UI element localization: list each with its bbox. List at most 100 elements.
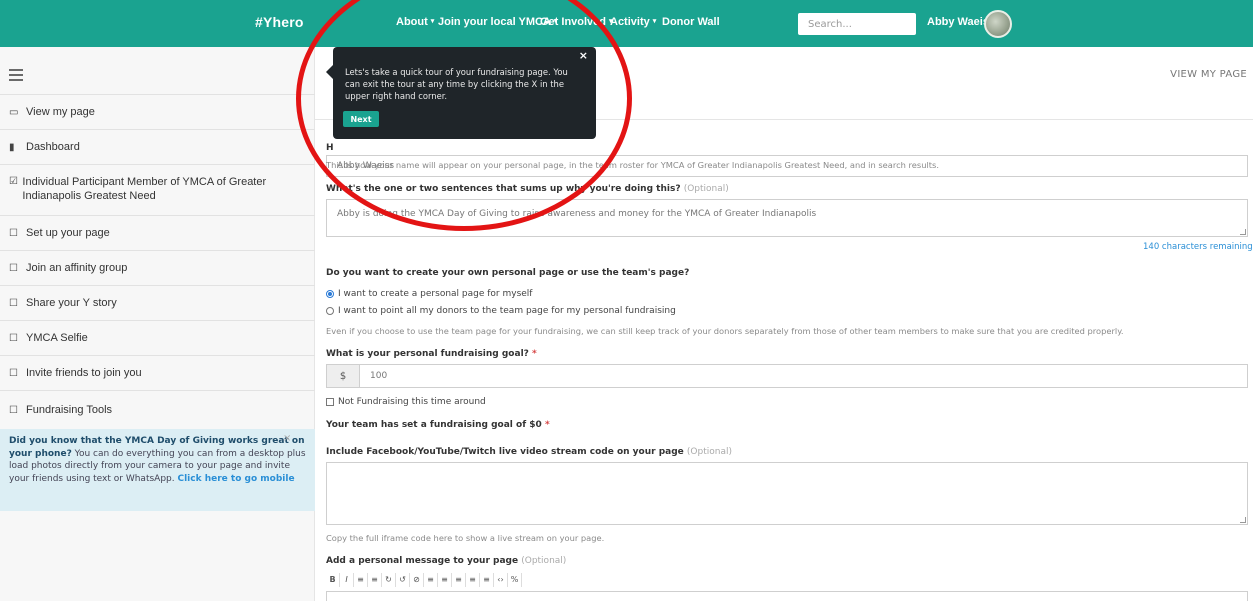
close-icon[interactable]: × <box>579 50 588 62</box>
sidebar-item-affinity-group[interactable]: ☐ Join an affinity group <box>0 250 315 285</box>
align-left-icon[interactable]: ≡ <box>424 573 438 587</box>
name-help-text: This is how your name will appear on you… <box>326 160 939 170</box>
team-goal-text: Your team has set a fundraising goal of … <box>326 420 550 430</box>
resize-handle[interactable] <box>1240 517 1246 523</box>
brand-logo[interactable]: #Yhero <box>255 14 304 30</box>
undo-icon[interactable]: ↺ <box>396 573 410 587</box>
sidebar-item-label: YMCA Selfie <box>26 332 88 344</box>
sidebar-item-label: Set up your page <box>26 227 110 239</box>
stream-label: Include Facebook/YouTube/Twitch live vid… <box>326 447 732 457</box>
optional-tag: (Optional) <box>686 447 732 457</box>
bullet-list-icon[interactable]: ≡ <box>354 573 368 587</box>
view-my-page-link[interactable]: VIEW MY PAGE <box>1170 69 1247 80</box>
checkbox[interactable] <box>326 398 334 406</box>
justify-icon[interactable]: ≡ <box>466 573 480 587</box>
sidebar-item-share-story[interactable]: ☐ Share your Y story <box>0 285 315 320</box>
chevron-down-icon: ▾ <box>652 18 657 25</box>
name-help: This is how your name will appear on you… <box>326 160 939 170</box>
not-fundraising-label: Not Fundraising this time around <box>338 397 486 407</box>
align-right-icon[interactable]: ≡ <box>452 573 466 587</box>
nav-join-ymca-label: Join your local YMCA <box>438 16 551 28</box>
monitor-icon: ▭ <box>9 106 19 118</box>
stream-code-textarea[interactable] <box>326 462 1248 525</box>
search-input[interactable] <box>798 13 916 35</box>
radio-own-page[interactable]: I want to create a personal page for mys… <box>326 289 532 299</box>
currency-addon: $ <box>326 364 359 388</box>
sidebar-item-label: View my page <box>26 106 95 118</box>
sidebar-item-label: Share your Y story <box>26 297 117 309</box>
nav-about[interactable]: About ▾ <box>396 16 434 28</box>
editor-toolbar: B I ≡ ≡ ↻ ↺ ⊘ ≡ ≡ ≡ ≡ ≡ ‹› % <box>326 573 522 587</box>
code-icon[interactable]: ‹› <box>494 573 508 587</box>
radio-team-page[interactable]: I want to point all my donors to the tea… <box>326 306 676 316</box>
page-choice-label: Do you want to create your own personal … <box>326 268 690 278</box>
required-mark: * <box>544 420 550 430</box>
why-textarea[interactable]: Abby is doing the YMCA Day of Giving to … <box>326 199 1248 237</box>
nav-donor-wall-label: Donor Wall <box>662 16 720 28</box>
top-navbar: #Yhero About ▾ Join your local YMCA ▾ Get … <box>0 0 1253 47</box>
sidebar-item-participant-member[interactable]: ☑ Individual Participant Member of YMCA … <box>0 164 315 215</box>
message-editor[interactable] <box>326 591 1248 601</box>
sidebar-item-dashboard[interactable]: ▮ Dashboard <box>0 129 315 164</box>
sidebar-item-label: Join an affinity group <box>26 262 128 274</box>
align-center-icon[interactable]: ≡ <box>438 573 452 587</box>
avatar[interactable] <box>984 10 1012 38</box>
tour-next-button[interactable]: Next <box>343 111 379 127</box>
indent-icon[interactable]: ≡ <box>480 573 494 587</box>
required-mark: * <box>532 349 537 359</box>
chars-remaining: 140 characters remaining <box>1143 242 1253 252</box>
goal-label-text: What is your personal fundraising goal? <box>326 349 529 359</box>
mobile-promo-banner: Did you know that the YMCA Day of Giving… <box>0 429 315 511</box>
unchecked-box-icon: ☐ <box>9 332 18 344</box>
nav-about-label: About <box>396 16 428 28</box>
why-label-text: What's the one or two sentences that sum… <box>326 184 681 194</box>
radio-team-label: I want to point all my donors to the tea… <box>338 306 676 316</box>
numbered-list-icon[interactable]: ≡ <box>368 573 382 587</box>
name-label: H <box>326 143 334 153</box>
radio-own-label: I want to create a personal page for mys… <box>338 289 533 299</box>
stream-label-text: Include Facebook/YouTube/Twitch live vid… <box>326 447 684 457</box>
team-goal-label: Your team has set a fundraising goal of … <box>326 420 542 430</box>
checked-box-icon: ☑ <box>9 176 18 187</box>
sidebar-item-ymca-selfie[interactable]: ☐ YMCA Selfie <box>0 320 315 355</box>
hamburger-menu-icon[interactable] <box>9 69 25 81</box>
chevron-down-icon: ▾ <box>430 18 435 25</box>
goal-input[interactable]: 100 <box>359 364 1248 388</box>
nav-get-involved[interactable]: Get Involved ▾ <box>540 16 613 28</box>
radio-selected[interactable] <box>326 290 334 298</box>
bold-icon[interactable]: B <box>326 573 340 587</box>
unchecked-box-icon: ☐ <box>9 297 18 309</box>
redo-icon[interactable]: ↻ <box>382 573 396 587</box>
unchecked-box-icon: ☐ <box>9 367 18 379</box>
nav-donor-wall[interactable]: Donor Wall <box>662 16 720 28</box>
sidebar: ▭ View my page ▮ Dashboard ☑ Individual … <box>0 47 315 601</box>
go-mobile-link[interactable]: Click here to go mobile <box>177 474 294 484</box>
italic-icon[interactable]: I <box>340 573 354 587</box>
unchecked-box-icon: ☐ <box>9 404 18 416</box>
sidebar-item-label: Fundraising Tools <box>26 404 113 416</box>
close-icon[interactable]: × <box>283 433 291 446</box>
link-icon[interactable]: % <box>508 573 522 587</box>
clear-format-icon[interactable]: ⊘ <box>410 573 424 587</box>
resize-handle[interactable] <box>1240 229 1246 235</box>
unchecked-box-icon: ☐ <box>9 262 18 274</box>
radio-unselected[interactable] <box>326 307 334 315</box>
sidebar-item-label: Dashboard <box>26 141 80 153</box>
unchecked-box-icon: ☐ <box>9 227 18 239</box>
bar-chart-icon: ▮ <box>9 141 15 153</box>
sidebar-item-view-my-page[interactable]: ▭ View my page <box>0 94 315 129</box>
nav-activity-label: Activity <box>610 16 650 28</box>
sidebar-item-set-up-page[interactable]: ☐ Set up your page <box>0 215 315 250</box>
tour-text: Lets's take a quick tour of your fundrai… <box>345 67 568 101</box>
sidebar-item-fundraising-tools[interactable]: ☐ Fundraising Tools <box>0 390 315 429</box>
nav-activity[interactable]: Activity ▾ <box>610 16 656 28</box>
sidebar-item-label: Individual Participant Member of YMCA of… <box>22 176 267 202</box>
stream-help: Copy the full iframe code here to show a… <box>326 533 605 543</box>
why-label: What's the one or two sentences that sum… <box>326 184 729 194</box>
not-fundraising-checkbox[interactable]: Not Fundraising this time around <box>326 397 486 407</box>
nav-get-involved-label: Get Involved <box>540 16 607 28</box>
sidebar-item-invite-friends[interactable]: ☐ Invite friends to join you <box>0 355 315 390</box>
message-label: Add a personal message to your page (Opt… <box>326 556 566 566</box>
message-label-text: Add a personal message to your page <box>326 556 519 566</box>
goal-label: What is your personal fundraising goal? … <box>326 349 537 359</box>
